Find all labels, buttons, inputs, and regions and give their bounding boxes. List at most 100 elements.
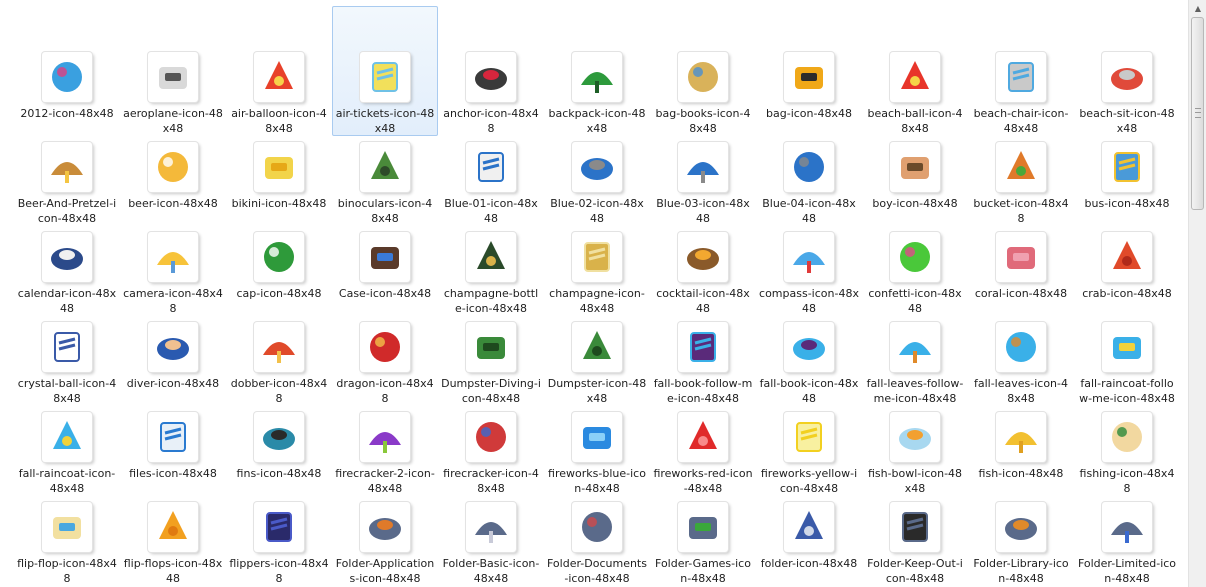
file-item[interactable]: Folder-Keep-Out-icon-48x48 [862,496,968,586]
file-name-label: beach-sit-icon-48x48 [1079,107,1175,135]
file-name-label: fish-bowl-icon-48x48 [867,467,963,495]
file-item[interactable]: Case-icon-48x48 [332,226,438,316]
scroll-up-arrow-icon[interactable]: ▲ [1190,0,1206,17]
file-item[interactable]: fireworks-red-icon-48x48 [650,406,756,496]
file-item[interactable]: dobber-icon-48x48 [226,316,332,406]
firecracker-icon [466,412,516,462]
file-item[interactable]: Folder-Basic-icon-48x48 [438,496,544,586]
file-item[interactable]: Folder-Library-icon-48x48 [968,496,1074,586]
file-item[interactable]: fireworks-blue-icon-48x48 [544,406,650,496]
file-name-label: Folder-Games-icon-48x48 [655,557,751,585]
file-item[interactable]: fish-icon-48x48 [968,406,1074,496]
crab-icon [1102,232,1152,282]
air-tickets-icon [360,52,410,102]
file-name-label: dobber-icon-48x48 [230,377,328,405]
file-item[interactable]: Folder-Limited-icon-48x48 [1074,496,1180,586]
aeroplane-icon [148,52,198,102]
file-item[interactable]: Folder-Applications-icon-48x48 [332,496,438,586]
file-item[interactable]: bucket-icon-48x48 [968,136,1074,226]
file-item[interactable]: fins-icon-48x48 [226,406,332,496]
file-item[interactable]: bus-icon-48x48 [1074,136,1180,226]
file-item[interactable]: champagne-bottle-icon-48x48 [438,226,544,316]
file-name-label: bag-books-icon-48x48 [655,107,751,135]
boy-icon [890,142,940,192]
file-name-label: fireworks-blue-icon-48x48 [548,467,646,495]
file-item[interactable]: Blue-03-icon-48x48 [650,136,756,226]
fins-icon [254,412,304,462]
file-item[interactable]: beer-icon-48x48 [120,136,226,226]
file-item[interactable]: camera-icon-48x48 [120,226,226,316]
file-item[interactable]: Dumpster-Diving-icon-48x48 [438,316,544,406]
file-name-label: champagne-bottle-icon-48x48 [443,287,539,315]
file-item[interactable]: champagne-icon-48x48 [544,226,650,316]
scroll-thumb[interactable] [1191,17,1204,210]
file-item[interactable]: Folder-Documents-icon-48x48 [544,496,650,586]
file-item[interactable]: confetti-icon-48x48 [862,226,968,316]
file-item[interactable]: flip-flops-icon-48x48 [120,496,226,586]
file-item[interactable]: fall-leaves-follow-me-icon-48x48 [862,316,968,406]
file-item[interactable]: Blue-01-icon-48x48 [438,136,544,226]
file-item[interactable]: folder-icon-48x48 [756,496,862,586]
beach-chair-icon [996,52,1046,102]
folder-games-icon [678,502,728,552]
file-item[interactable]: fall-book-follow-me-icon-48x48 [650,316,756,406]
file-item[interactable]: calendar-icon-48x48 [14,226,120,316]
file-item[interactable]: fall-book-icon-48x48 [756,316,862,406]
file-item[interactable]: Dumpster-icon-48x48 [544,316,650,406]
file-item[interactable]: beach-chair-icon-48x48 [968,46,1074,136]
file-item[interactable]: fish-bowl-icon-48x48 [862,406,968,496]
file-name-label: binoculars-icon-48x48 [337,197,433,225]
file-item[interactable]: anchor-icon-48x48 [438,46,544,136]
file-item[interactable]: diver-icon-48x48 [120,316,226,406]
file-item[interactable]: fishing-icon-48x48 [1074,406,1180,496]
file-item[interactable]: firecracker-2-icon-48x48 [332,406,438,496]
file-item[interactable]: beach-ball-icon-48x48 [862,46,968,136]
file-item[interactable]: cap-icon-48x48 [226,226,332,316]
folder-keep-out-icon [890,502,940,552]
file-name-label: Folder-Documents-icon-48x48 [547,557,647,585]
file-name-label: fall-raincoat-icon-48x48 [18,467,116,495]
file-item[interactable]: cocktail-icon-48x48 [650,226,756,316]
file-item[interactable]: bag-books-icon-48x48 [650,46,756,136]
vertical-scrollbar[interactable]: ▲ [1188,0,1206,587]
file-item[interactable]: crystal-ball-icon-48x48 [14,316,120,406]
file-item[interactable]: 2012-icon-48x48 [14,46,120,136]
file-item[interactable]: bikini-icon-48x48 [226,136,332,226]
file-item[interactable]: dragon-icon-48x48 [332,316,438,406]
file-item[interactable]: air-tickets-icon-48x48 [332,6,438,136]
file-item[interactable]: fireworks-yellow-icon-48x48 [756,406,862,496]
file-item[interactable]: fall-leaves-icon-48x48 [968,316,1074,406]
file-name-label: bucket-icon-48x48 [973,197,1069,225]
bucket-icon [996,142,1046,192]
file-item[interactable]: bag-icon-48x48 [756,46,862,136]
file-item[interactable]: aeroplane-icon-48x48 [120,46,226,136]
file-name-label: backpack-icon-48x48 [548,107,646,135]
file-name-label: cocktail-icon-48x48 [656,287,750,315]
file-item[interactable]: Blue-02-icon-48x48 [544,136,650,226]
file-item[interactable]: firecracker-icon-48x48 [438,406,544,496]
file-name-label: Folder-Limited-icon-48x48 [1077,557,1177,585]
file-name-label: bag-icon-48x48 [766,107,852,120]
file-item[interactable]: binoculars-icon-48x48 [332,136,438,226]
file-name-label: air-balloon-icon-48x48 [231,107,327,135]
file-item[interactable]: air-balloon-icon-48x48 [226,46,332,136]
file-item[interactable]: boy-icon-48x48 [862,136,968,226]
file-item[interactable]: Folder-Games-icon-48x48 [650,496,756,586]
file-item[interactable]: Blue-04-icon-48x48 [756,136,862,226]
file-item[interactable]: flippers-icon-48x48 [226,496,332,586]
file-item[interactable]: fall-raincoat-follow-me-icon-48x48 [1074,316,1180,406]
file-item[interactable]: backpack-icon-48x48 [544,46,650,136]
file-item[interactable]: fall-raincoat-icon-48x48 [14,406,120,496]
file-name-label: folder-icon-48x48 [760,557,858,570]
file-item[interactable]: flip-flop-icon-48x48 [14,496,120,586]
bird-book-icon [678,322,728,372]
file-item[interactable]: beach-sit-icon-48x48 [1074,46,1180,136]
file-name-label: Blue-02-icon-48x48 [550,197,644,225]
file-name-label: camera-icon-48x48 [123,287,223,315]
file-item[interactable]: files-icon-48x48 [120,406,226,496]
file-item[interactable]: Beer-And-Pretzel-icon-48x48 [14,136,120,226]
file-item[interactable]: coral-icon-48x48 [968,226,1074,316]
file-name-label: aeroplane-icon-48x48 [123,107,223,135]
file-item[interactable]: compass-icon-48x48 [756,226,862,316]
file-item[interactable]: crab-icon-48x48 [1074,226,1180,316]
